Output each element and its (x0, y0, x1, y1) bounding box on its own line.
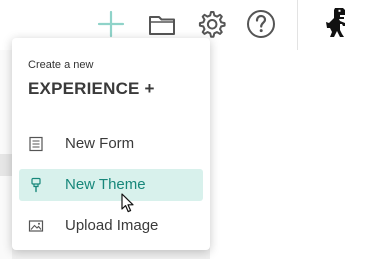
toolbar-divider (297, 0, 298, 50)
help-icon[interactable] (245, 8, 277, 40)
page-background-panel (210, 50, 381, 259)
add-icon[interactable] (95, 8, 127, 40)
menu-item-label: Upload Image (65, 217, 159, 234)
form-icon (28, 136, 44, 152)
menu-item-label: New Form (65, 135, 135, 152)
image-icon (28, 218, 44, 234)
menu-title: EXPERIENCE + (28, 79, 155, 98)
gear-icon[interactable] (195, 8, 227, 40)
folder-icon[interactable] (146, 8, 178, 40)
create-experience-menu: Create a new EXPERIENCE + New Form New T… (12, 38, 210, 250)
dinosaur-logo[interactable] (323, 6, 353, 40)
brush-icon (28, 177, 44, 193)
menu-item-new-theme[interactable]: New Theme (19, 169, 203, 201)
menu-item-upload-image[interactable]: Upload Image (19, 210, 203, 242)
menu-caption: Create a new (28, 59, 94, 71)
sidebar-row-highlight (0, 154, 12, 176)
menu-item-label: New Theme (65, 176, 146, 193)
left-sidebar-strip (0, 50, 12, 259)
menu-item-new-form[interactable]: New Form (19, 128, 203, 160)
